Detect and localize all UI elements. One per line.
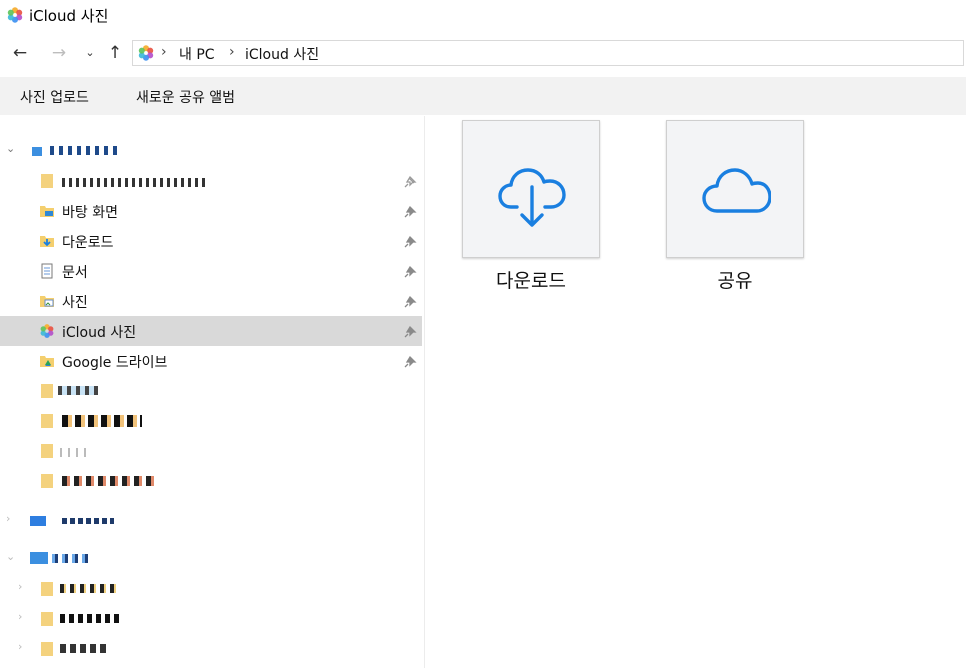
obscured-label [60, 644, 106, 653]
desktop-folder-icon [40, 206, 54, 217]
expand-chevron-icon[interactable]: ⌄ [6, 142, 15, 155]
pin-icon[interactable] [404, 204, 418, 218]
list-item[interactable] [0, 466, 422, 496]
folder-icon [41, 414, 53, 428]
obscured-label [62, 415, 142, 427]
up-arrow-icon[interactable]: ↑ [104, 42, 126, 64]
pc-icon [30, 552, 48, 564]
obscured-label [52, 554, 88, 563]
obscured-label [50, 146, 118, 155]
window-title: iCloud 사진 [29, 7, 109, 25]
pictures-folder-icon [40, 296, 54, 307]
sidebar-item-documents[interactable]: 문서 [0, 256, 422, 286]
folder-icon [41, 444, 53, 458]
list-item[interactable]: › [0, 634, 422, 664]
photos-app-icon [7, 7, 23, 23]
expand-chevron-icon[interactable]: › [18, 610, 22, 623]
obscured-label [60, 448, 86, 457]
sidebar-item-icloud-photos[interactable]: iCloud 사진 [0, 316, 422, 346]
expand-chevron-icon[interactable]: › [18, 640, 22, 653]
quick-access-header[interactable]: ⌄ [0, 136, 422, 166]
cloud-download-icon [498, 168, 566, 227]
folder-icon [41, 384, 53, 398]
list-item[interactable]: › [0, 604, 422, 634]
breadcrumb-separator-icon[interactable]: › [229, 44, 235, 60]
list-item[interactable]: › [0, 574, 422, 604]
pin-icon[interactable] [404, 264, 418, 278]
breadcrumb-separator-icon[interactable]: › [161, 44, 167, 60]
forward-arrow-icon[interactable]: → [48, 42, 70, 64]
photos-app-icon [40, 324, 54, 338]
sidebar-item-pictures[interactable]: 사진 [0, 286, 422, 316]
obscured-label [62, 476, 154, 486]
cloud-icon [30, 516, 46, 526]
sidebar-item-google-drive[interactable]: Google 드라이브 [0, 346, 422, 376]
list-item[interactable] [0, 436, 422, 466]
cloud-icon [702, 168, 771, 213]
navigation-bar: ← → ⌄ ↑ › 내 PC › iCloud 사진 [0, 38, 966, 70]
folder-icon [41, 642, 53, 656]
tile-shared[interactable] [666, 120, 804, 258]
obscured-label [60, 614, 120, 623]
expand-chevron-icon[interactable]: ⌄ [6, 550, 15, 563]
list-item[interactable] [0, 166, 422, 196]
expand-chevron-icon[interactable]: › [18, 580, 22, 593]
pin-icon[interactable] [404, 234, 418, 248]
pin-icon [404, 175, 417, 188]
obscured-label [62, 178, 206, 187]
folder-icon [41, 174, 53, 188]
command-bar: 사진 업로드 새로운 공유 앨범 [0, 77, 966, 115]
sidebar-item-label: 다운로드 [62, 235, 114, 251]
tile-downloads[interactable] [462, 120, 600, 258]
tile-shared-label[interactable]: 공유 [666, 266, 804, 293]
folder-icon [41, 474, 53, 488]
google-drive-folder-icon [40, 356, 54, 367]
list-item[interactable]: › [0, 506, 422, 536]
breadcrumb-icloud-photos[interactable]: iCloud 사진 [245, 44, 319, 64]
expand-chevron-icon[interactable]: › [6, 512, 10, 525]
obscured-label [58, 386, 98, 395]
folder-icon [41, 582, 53, 596]
breadcrumb-this-pc[interactable]: 내 PC [179, 44, 215, 64]
new-shared-album-button[interactable]: 새로운 공유 앨범 [136, 87, 235, 107]
pin-icon[interactable] [404, 294, 418, 308]
sidebar-item-label: 문서 [62, 265, 88, 281]
list-item[interactable] [0, 406, 422, 436]
recent-locations-chevron-icon[interactable]: ⌄ [79, 42, 101, 64]
upload-photos-button[interactable]: 사진 업로드 [20, 87, 89, 107]
obscured-label [60, 584, 116, 593]
pane-divider[interactable] [424, 116, 425, 668]
back-arrow-icon[interactable]: ← [9, 42, 31, 64]
documents-icon [41, 263, 53, 279]
sidebar-item-downloads[interactable]: 다운로드 [0, 226, 422, 256]
downloads-folder-icon [40, 236, 54, 247]
folder-icon [41, 612, 53, 626]
pin-icon[interactable] [404, 354, 418, 368]
sidebar-item-label: 사진 [62, 295, 88, 311]
photos-location-icon [138, 45, 154, 61]
sidebar-item-desktop[interactable]: 바탕 화면 [0, 196, 422, 226]
sidebar-item-label: 바탕 화면 [62, 205, 118, 221]
tile-downloads-label[interactable]: 다운로드 [462, 266, 600, 293]
list-item[interactable] [0, 376, 422, 406]
title-bar: iCloud 사진 [0, 0, 966, 30]
sidebar-item-label: Google 드라이브 [62, 355, 168, 371]
navigation-pane[interactable]: ⌄ 바탕 화면 다운로드 문서 사진 iCloud 사진 Google 드라이브… [0, 116, 424, 668]
address-bar[interactable]: › 내 PC › iCloud 사진 [132, 40, 964, 66]
list-item[interactable]: ⌄ [0, 544, 422, 574]
obscured-label [62, 518, 114, 524]
sidebar-item-label: iCloud 사진 [62, 325, 137, 341]
pin-icon[interactable] [404, 324, 418, 338]
star-icon [32, 147, 42, 156]
